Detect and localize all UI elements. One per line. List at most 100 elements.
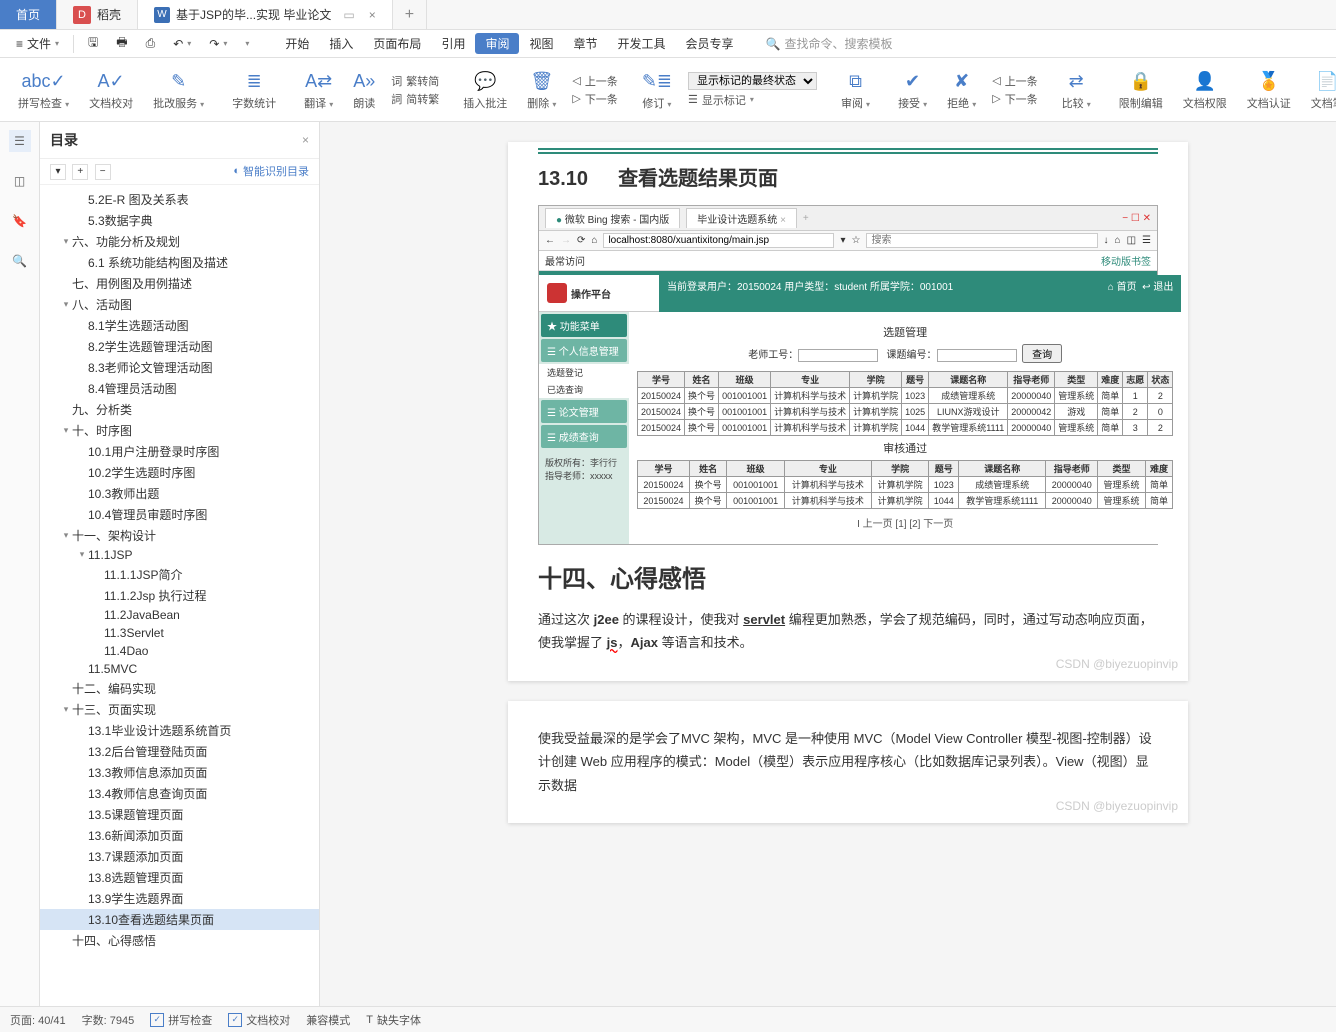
ribbon-tab-引用[interactable]: 引用: [431, 35, 475, 52]
outline-node[interactable]: 13.2后台管理登陆页面: [40, 741, 319, 762]
changes-button[interactable]: ✎批改服务 ▾: [143, 69, 214, 111]
markup-display-select[interactable]: 显示标记的最终状态: [688, 72, 817, 90]
outline-node[interactable]: 13.4教师信息查询页面: [40, 783, 319, 804]
outline-node[interactable]: ▾十一、架构设计: [40, 525, 319, 546]
prev-change-button[interactable]: ◁ 上一条: [992, 73, 1037, 89]
close-icon[interactable]: ×: [369, 8, 376, 22]
outline-node[interactable]: ▾11.1JSP: [40, 546, 319, 564]
ribbon-tab-开发工具[interactable]: 开发工具: [608, 35, 676, 52]
outline-node[interactable]: 10.3教师出题: [40, 483, 319, 504]
new-tab-button[interactable]: +: [393, 0, 427, 29]
outline-node[interactable]: 十二、编码实现: [40, 678, 319, 699]
certify-button[interactable]: 🏅文档认证: [1237, 69, 1301, 111]
page-indicator[interactable]: 页面: 40/41: [10, 1012, 66, 1028]
outline-node[interactable]: 13.1毕业设计选题系统首页: [40, 720, 319, 741]
ribbon-tab-开始[interactable]: 开始: [275, 35, 319, 52]
show-markup-button[interactable]: ☰ 显示标记 ▾: [688, 92, 817, 108]
outline-node[interactable]: 10.2学生选题时序图: [40, 462, 319, 483]
track-changes-button[interactable]: ✎≣修订 ▾: [632, 69, 682, 111]
pin-icon[interactable]: ▭: [343, 8, 354, 22]
ribbon-tab-插入[interactable]: 插入: [319, 35, 363, 52]
qat-print-icon[interactable]: 🖶: [108, 30, 135, 57]
bookmark-icon[interactable]: 🔖: [9, 210, 31, 232]
outline-node[interactable]: 13.6新闻添加页面: [40, 825, 319, 846]
qat-dropdown-icon[interactable]: ▾: [237, 30, 257, 57]
outline-node[interactable]: 十四、心得感悟: [40, 930, 319, 951]
outline-icon[interactable]: ☰: [9, 130, 31, 152]
outline-node[interactable]: ▾十、时序图: [40, 420, 319, 441]
translate-button[interactable]: A⇄翻译 ▾: [294, 69, 343, 111]
outline-node[interactable]: 10.1用户注册登录时序图: [40, 441, 319, 462]
outline-node[interactable]: 11.1.1JSP简介: [40, 564, 319, 585]
outline-node[interactable]: 13.3教师信息添加页面: [40, 762, 319, 783]
outline-node[interactable]: ▾八、活动图: [40, 294, 319, 315]
spellcheck-button[interactable]: abc✓拼写检查 ▾: [8, 69, 79, 111]
outline-node[interactable]: ▾六、功能分析及规划: [40, 231, 319, 252]
ribbon-tab-审阅[interactable]: 审阅: [475, 33, 519, 54]
simp-to-trad-button[interactable]: 詞 简转繁: [391, 91, 439, 107]
qat-undo-icon[interactable]: ↶▾: [165, 30, 199, 57]
outline-node[interactable]: 8.2学生选题管理活动图: [40, 336, 319, 357]
word-count[interactable]: 字数: 7945: [82, 1012, 135, 1028]
outline-node[interactable]: 11.5MVC: [40, 660, 319, 678]
qat-preview-icon[interactable]: ⎙: [138, 30, 164, 57]
qat-save-icon[interactable]: 🖫: [80, 30, 106, 57]
outline-node[interactable]: 13.5课题管理页面: [40, 804, 319, 825]
outline-node[interactable]: 13.9学生选题界面: [40, 888, 319, 909]
search-panel-icon[interactable]: 🔍: [9, 250, 31, 272]
next-change-button[interactable]: ▷ 下一条: [992, 91, 1037, 107]
accept-button[interactable]: ✔接受 ▾: [888, 69, 937, 111]
outline-node[interactable]: 6.1 系统功能结构图及描述: [40, 252, 319, 273]
tab-home[interactable]: 首页: [0, 0, 57, 29]
outline-node[interactable]: 13.7课题添加页面: [40, 846, 319, 867]
collapse-all-icon[interactable]: ▾: [50, 164, 66, 180]
tab-daoke[interactable]: D稻壳: [57, 0, 138, 29]
status-spellcheck[interactable]: ✓拼写检查: [150, 1012, 212, 1028]
restrict-edit-button[interactable]: 🔒限制编辑: [1109, 69, 1173, 111]
qat-redo-icon[interactable]: ↷▾: [201, 30, 235, 57]
ribbon-tab-页面布局[interactable]: 页面布局: [363, 35, 431, 52]
compare-button[interactable]: ⇄比较 ▾: [1052, 69, 1101, 111]
outline-node[interactable]: 11.1.2Jsp 执行过程: [40, 585, 319, 606]
delete-comment-button[interactable]: 🗑删除 ▾: [517, 69, 566, 111]
review-pane-button[interactable]: ⧉审阅 ▾: [831, 69, 880, 111]
outline-node[interactable]: 8.3老师论文管理活动图: [40, 357, 319, 378]
permission-button[interactable]: 👤文档权限: [1173, 69, 1237, 111]
outline-node[interactable]: 13.10查看选题结果页面: [40, 909, 319, 930]
outline-node[interactable]: 七、用例图及用例描述: [40, 273, 319, 294]
prev-comment-button[interactable]: ◁ 上一条: [572, 73, 617, 89]
insert-comment-button[interactable]: 💬插入批注: [453, 69, 517, 111]
outline-node[interactable]: ▾十三、页面实现: [40, 699, 319, 720]
compat-mode[interactable]: 兼容模式: [306, 1012, 350, 1028]
outline-node[interactable]: 11.4Dao: [40, 642, 319, 660]
status-proofing[interactable]: ✓文档校对: [228, 1012, 290, 1028]
menu-hamburger[interactable]: ≡ 文件 ▾: [8, 30, 67, 57]
outline-node[interactable]: 5.3数据字典: [40, 210, 319, 231]
ribbon-tab-会员专享[interactable]: 会员专享: [676, 35, 744, 52]
outline-node[interactable]: 11.2JavaBean: [40, 606, 319, 624]
wordcount-button[interactable]: ≣字数统计: [222, 69, 286, 111]
docnote-button[interactable]: 📄文档笔: [1301, 69, 1336, 111]
outline-node[interactable]: 8.4管理员活动图: [40, 378, 319, 399]
outline-node[interactable]: 10.4管理员审题时序图: [40, 504, 319, 525]
smart-outline-button[interactable]: ◐智能识别目录: [233, 163, 309, 179]
reject-button[interactable]: ✘拒绝 ▾: [937, 69, 986, 111]
nav-icon[interactable]: ◫: [9, 170, 31, 192]
missing-font[interactable]: T缺失字体: [366, 1012, 421, 1028]
next-comment-button[interactable]: ▷ 下一条: [572, 91, 617, 107]
outline-node[interactable]: 九、分析类: [40, 399, 319, 420]
outline-node[interactable]: 8.1学生选题活动图: [40, 315, 319, 336]
ribbon-tab-章节[interactable]: 章节: [563, 35, 607, 52]
collapse-icon[interactable]: −: [95, 164, 111, 180]
close-panel-icon[interactable]: ×: [302, 133, 309, 147]
trad-to-simp-button[interactable]: 词 繁转简: [391, 73, 439, 89]
outline-node[interactable]: 5.2E-R 图及关系表: [40, 189, 319, 210]
document-area[interactable]: 13.10查看选题结果页面 ● 微软 Bing 搜索 - 国内版 毕业设计选题系…: [320, 122, 1336, 1006]
command-search[interactable]: 🔍 查找命令、搜索模板: [766, 35, 893, 52]
expand-icon[interactable]: +: [72, 164, 88, 180]
ribbon-tab-视图[interactable]: 视图: [519, 35, 563, 52]
tab-document[interactable]: W 基于JSP的毕...实现 毕业论文 ▭ ×: [138, 0, 393, 29]
outline-node[interactable]: 11.3Servlet: [40, 624, 319, 642]
proofing-button[interactable]: A✓文档校对: [79, 69, 143, 111]
outline-node[interactable]: 13.8选题管理页面: [40, 867, 319, 888]
